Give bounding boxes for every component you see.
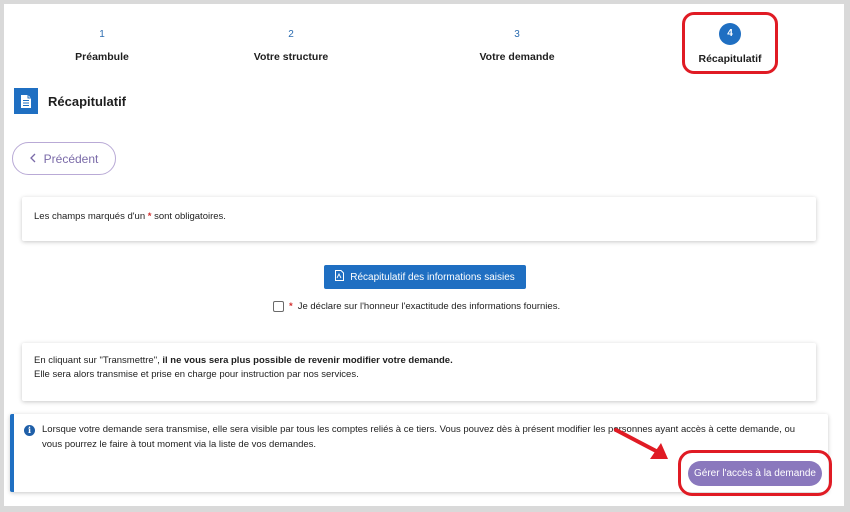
step-number: 1 xyxy=(99,29,105,40)
notice-text-before: Les champs marqués d'un xyxy=(34,211,148,222)
summary-button-label: Récapitulatif des informations saisies xyxy=(350,271,515,283)
annotation-highlight-step xyxy=(682,12,778,74)
step-label: Votre demande xyxy=(479,51,555,63)
previous-button-label: Précédent xyxy=(43,151,99,166)
info-icon: i xyxy=(24,425,35,436)
declaration-row: * Je déclare sur l'honneur l'exactitude … xyxy=(273,301,560,312)
warning-line-1: En cliquant sur "Transmettre", il ne vou… xyxy=(34,354,804,368)
declaration-checkbox[interactable] xyxy=(273,301,284,312)
page-title: Récapitulatif xyxy=(48,94,127,109)
step-votre-demande[interactable]: 3 Votre demande xyxy=(437,28,597,63)
declaration-label: Je déclare sur l'honneur l'exactitude de… xyxy=(297,301,561,312)
transmit-warning-panel: En cliquant sur "Transmettre", il ne vou… xyxy=(22,343,816,401)
required-fields-notice: Les champs marqués d'un * sont obligatoi… xyxy=(22,197,816,241)
step-label: Votre structure xyxy=(253,51,329,63)
step-preambule[interactable]: 1 Préambule xyxy=(22,28,182,63)
annotation-arrow-icon xyxy=(614,428,668,459)
info-text: Lorsque votre demande sera transmise, el… xyxy=(42,424,796,450)
step-number: 3 xyxy=(514,29,520,40)
previous-button[interactable]: Précédent xyxy=(12,142,116,175)
step-number: 2 xyxy=(288,29,294,40)
notice-text-after: sont obligatoires. xyxy=(151,211,226,222)
step-label: Préambule xyxy=(75,51,129,63)
warning-text-bold: il ne vous sera plus possible de revenir… xyxy=(162,355,453,366)
step-votre-structure[interactable]: 2 Votre structure xyxy=(211,28,371,63)
page-frame: 1 Préambule 2 Votre structure 3 Votre de… xyxy=(4,4,844,506)
warning-text: En cliquant sur "Transmettre", xyxy=(34,355,163,366)
required-star: * xyxy=(289,301,293,312)
annotation-highlight-button xyxy=(678,450,832,496)
document-icon xyxy=(14,88,38,114)
summary-pdf-button[interactable]: Récapitulatif des informations saisies xyxy=(324,265,526,289)
pdf-icon xyxy=(335,270,345,284)
warning-line-2: Elle sera alors transmise et prise en ch… xyxy=(34,369,359,380)
chevron-left-icon xyxy=(29,152,36,166)
